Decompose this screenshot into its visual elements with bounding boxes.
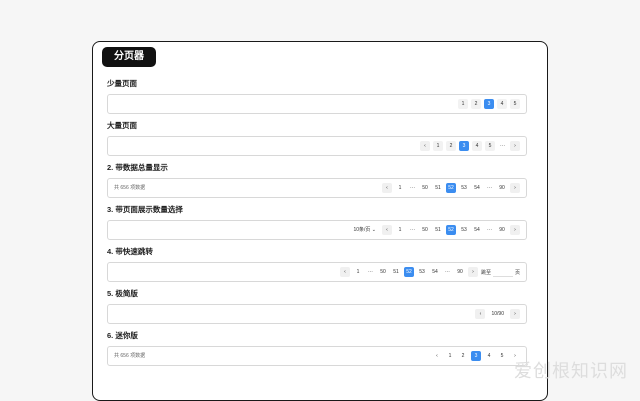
page-button[interactable]: 5 xyxy=(497,351,507,361)
pager: ‹ 10/90 › xyxy=(475,309,520,319)
page-button[interactable]: 1 xyxy=(458,99,468,109)
page-button[interactable]: 90 xyxy=(497,183,507,193)
page-button[interactable]: 54 xyxy=(472,225,482,235)
jump-label: 跳至 xyxy=(481,269,491,276)
page-button[interactable]: 50 xyxy=(420,183,430,193)
total-count: 共 656 项数据 xyxy=(114,183,145,193)
page-title: 分页器 xyxy=(102,47,156,67)
prev-page-button[interactable]: ‹ xyxy=(420,141,430,151)
page-button[interactable]: 4 xyxy=(472,141,482,151)
section-quick-jump: 4. 带快速跳转 ‹ 1 ··· 50 51 52 53 54 ··· 90 ›… xyxy=(107,246,527,282)
section-page-size: 3. 带页面展示数量选择 10条/页 ⌄ ‹ 1 ··· 50 51 52 53… xyxy=(107,204,527,240)
ellipsis[interactable]: ··· xyxy=(498,141,507,151)
next-page-button[interactable]: › xyxy=(510,183,520,193)
simple-page-indicator[interactable]: 10/90 xyxy=(488,309,507,319)
section-mini: 6. 迷你版 共 656 项数据 ‹ 1 2 3 4 5 › xyxy=(107,330,527,366)
ellipsis[interactable]: ··· xyxy=(408,183,417,193)
pager-box: 共 656 项数据 ‹ 1 ··· 50 51 52 53 54 ··· 90 … xyxy=(107,178,527,198)
quick-jump: 跳至 页 xyxy=(481,267,520,277)
section-title: 2. 带数据总量显示 xyxy=(107,162,527,174)
page-button[interactable]: 53 xyxy=(459,225,469,235)
page-button[interactable]: 4 xyxy=(484,351,494,361)
page-button[interactable]: 53 xyxy=(417,267,427,277)
pagination-card: 分页器 少量页面 1 2 3 4 5 大量页面 ‹ 1 2 3 4 5 ··· xyxy=(92,41,548,401)
page-group: ‹ 1 ··· 50 51 52 53 54 ··· 90 › xyxy=(382,183,520,193)
page-button-active[interactable]: 52 xyxy=(404,267,414,277)
section-simple: 5. 极简版 ‹ 10/90 › xyxy=(107,288,527,324)
page-button[interactable]: 90 xyxy=(455,267,465,277)
prev-page-button[interactable]: ‹ xyxy=(382,183,392,193)
page-button[interactable]: 2 xyxy=(458,351,468,361)
page-button[interactable]: 90 xyxy=(497,225,507,235)
section-title: 3. 带页面展示数量选择 xyxy=(107,204,527,216)
page-button[interactable]: 2 xyxy=(471,99,481,109)
page-button[interactable]: 1 xyxy=(433,141,443,151)
section-few-pages: 少量页面 1 2 3 4 5 xyxy=(107,78,527,114)
pager-box: 1 2 3 4 5 xyxy=(107,94,527,114)
pager-box: 共 656 项数据 ‹ 1 2 3 4 5 › xyxy=(107,346,527,366)
page-button[interactable]: 5 xyxy=(485,141,495,151)
prev-page-button[interactable]: ‹ xyxy=(432,351,442,361)
page-button[interactable]: 54 xyxy=(472,183,482,193)
page-button[interactable]: 5 xyxy=(510,99,520,109)
section-title: 6. 迷你版 xyxy=(107,330,527,342)
page-button[interactable]: 50 xyxy=(378,267,388,277)
page-button[interactable]: 54 xyxy=(430,267,440,277)
page-button[interactable]: 2 xyxy=(446,141,456,151)
pager-box: ‹ 1 2 3 4 5 ··· › xyxy=(107,136,527,156)
page-button[interactable]: 1 xyxy=(395,183,405,193)
pager: 10条/页 ⌄ ‹ 1 ··· 50 51 52 53 54 ··· 90 › xyxy=(350,225,520,235)
pager-box: ‹ 10/90 › xyxy=(107,304,527,324)
page-button[interactable]: 51 xyxy=(391,267,401,277)
section-title: 4. 带快速跳转 xyxy=(107,246,527,258)
page-group: ‹ 1 2 3 4 5 › xyxy=(432,351,520,361)
ellipsis[interactable]: ··· xyxy=(485,183,494,193)
prev-page-button[interactable]: ‹ xyxy=(382,225,392,235)
ellipsis[interactable]: ··· xyxy=(366,267,375,277)
jump-unit: 页 xyxy=(515,269,520,276)
page-button[interactable]: 51 xyxy=(433,225,443,235)
pager: 1 2 3 4 5 xyxy=(458,99,520,109)
page-button[interactable]: 1 xyxy=(395,225,405,235)
ellipsis[interactable]: ··· xyxy=(485,225,494,235)
next-page-button[interactable]: › xyxy=(510,225,520,235)
section-title: 少量页面 xyxy=(107,78,527,90)
page-button[interactable]: 53 xyxy=(459,183,469,193)
section-many-pages: 大量页面 ‹ 1 2 3 4 5 ··· › xyxy=(107,120,527,156)
page-button[interactable]: 51 xyxy=(433,183,443,193)
page-button[interactable]: 1 xyxy=(445,351,455,361)
section-with-total: 2. 带数据总量显示 共 656 项数据 ‹ 1 ··· 50 51 52 53… xyxy=(107,162,527,198)
page-button-active[interactable]: 52 xyxy=(446,225,456,235)
page-button[interactable]: 50 xyxy=(420,225,430,235)
section-title: 5. 极简版 xyxy=(107,288,527,300)
total-count: 共 656 项数据 xyxy=(114,351,145,361)
page-size-select[interactable]: 10条/页 ⌄ xyxy=(350,225,379,235)
page-button-active[interactable]: 3 xyxy=(484,99,494,109)
pager: ‹ 1 ··· 50 51 52 53 54 ··· 90 › 跳至 页 xyxy=(340,267,520,277)
section-title: 大量页面 xyxy=(107,120,527,132)
pager: 共 656 项数据 ‹ 1 2 3 4 5 › xyxy=(114,351,520,361)
pager-box: ‹ 1 ··· 50 51 52 53 54 ··· 90 › 跳至 页 xyxy=(107,262,527,282)
pager: 共 656 项数据 ‹ 1 ··· 50 51 52 53 54 ··· 90 … xyxy=(114,183,520,193)
next-page-button[interactable]: › xyxy=(510,309,520,319)
prev-page-button[interactable]: ‹ xyxy=(340,267,350,277)
page-button[interactable]: 1 xyxy=(353,267,363,277)
ellipsis[interactable]: ··· xyxy=(408,225,417,235)
page-button-active[interactable]: 52 xyxy=(446,183,456,193)
next-page-button[interactable]: › xyxy=(468,267,478,277)
page-button-active[interactable]: 3 xyxy=(459,141,469,151)
prev-page-button[interactable]: ‹ xyxy=(475,309,485,319)
pager-box: 10条/页 ⌄ ‹ 1 ··· 50 51 52 53 54 ··· 90 › xyxy=(107,220,527,240)
page-button-active[interactable]: 3 xyxy=(471,351,481,361)
next-page-button[interactable]: › xyxy=(510,141,520,151)
page-button[interactable]: 4 xyxy=(497,99,507,109)
pager: ‹ 1 2 3 4 5 ··· › xyxy=(420,141,520,151)
jump-input[interactable] xyxy=(493,267,513,277)
watermark: 爱创根知识网 xyxy=(514,357,628,383)
ellipsis[interactable]: ··· xyxy=(443,267,452,277)
